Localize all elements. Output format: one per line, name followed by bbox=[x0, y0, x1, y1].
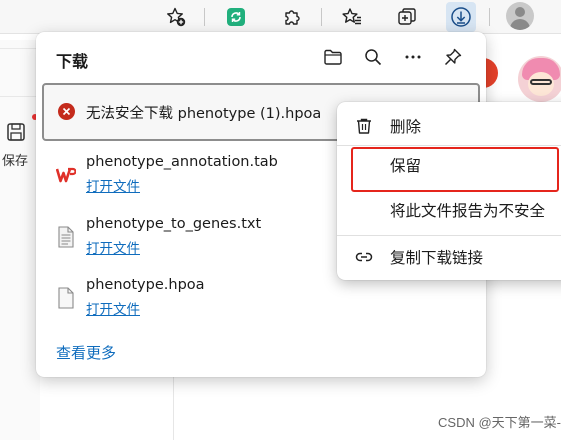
divider bbox=[0, 96, 40, 97]
menu-item-report-unsafe[interactable]: 将此文件报告为不安全 bbox=[337, 192, 561, 228]
menu-item-copy-link[interactable]: 复制下载链接 bbox=[337, 239, 561, 275]
user-avatar[interactable] bbox=[518, 56, 561, 102]
favorites-add-icon[interactable] bbox=[161, 2, 191, 32]
open-folder-icon[interactable] bbox=[322, 46, 344, 68]
divider bbox=[173, 376, 174, 440]
watermark: CSDN @天下第一菜- bbox=[438, 415, 561, 430]
page-background bbox=[0, 40, 40, 440]
toolbar-separator bbox=[321, 8, 322, 26]
sync-icon[interactable] bbox=[221, 2, 251, 32]
trash-icon bbox=[355, 117, 373, 135]
panel-title: 下载 bbox=[56, 52, 89, 71]
favorites-icon[interactable] bbox=[337, 2, 367, 32]
download-item[interactable]: phenotype.hpoa 打开文件 bbox=[56, 277, 476, 325]
save-label[interactable]: 保存 bbox=[2, 150, 28, 169]
menu-item-delete[interactable]: 删除 bbox=[337, 108, 561, 144]
collections-icon[interactable] bbox=[392, 2, 422, 32]
profile-icon[interactable] bbox=[506, 2, 534, 30]
open-file-link[interactable]: 打开文件 bbox=[86, 175, 140, 195]
file-name: phenotype.hpoa bbox=[86, 277, 205, 293]
file-name: phenotype_to_genes.txt bbox=[86, 216, 262, 232]
search-icon[interactable] bbox=[362, 46, 384, 68]
save-icon[interactable] bbox=[6, 122, 26, 146]
menu-separator bbox=[337, 235, 561, 236]
toolbar-separator bbox=[489, 8, 490, 26]
see-more-link[interactable]: 查看更多 bbox=[56, 342, 116, 363]
menu-item-label: 将此文件报告为不安全 bbox=[390, 202, 546, 220]
failed-download-text: 无法安全下载 phenotype (1).hpoa bbox=[86, 106, 322, 122]
file-icon bbox=[56, 287, 76, 309]
more-icon[interactable] bbox=[402, 46, 424, 68]
toolbar-separator bbox=[204, 8, 205, 26]
divider bbox=[0, 48, 40, 49]
link-icon bbox=[355, 248, 373, 266]
menu-separator bbox=[337, 145, 561, 146]
pin-icon[interactable] bbox=[442, 46, 464, 68]
text-file-icon bbox=[56, 226, 76, 248]
open-file-link[interactable]: 打开文件 bbox=[86, 298, 140, 318]
open-file-link[interactable]: 打开文件 bbox=[86, 237, 140, 257]
menu-item-label: 删除 bbox=[390, 118, 422, 136]
downloads-icon[interactable] bbox=[446, 2, 476, 32]
wps-icon bbox=[55, 164, 77, 186]
file-name: phenotype_annotation.tab bbox=[86, 154, 278, 170]
annotation-highlight-box bbox=[351, 147, 559, 192]
extensions-icon[interactable] bbox=[277, 2, 307, 32]
browser-toolbar bbox=[0, 0, 561, 34]
error-icon bbox=[58, 103, 75, 120]
menu-item-label: 复制下载链接 bbox=[390, 249, 484, 267]
